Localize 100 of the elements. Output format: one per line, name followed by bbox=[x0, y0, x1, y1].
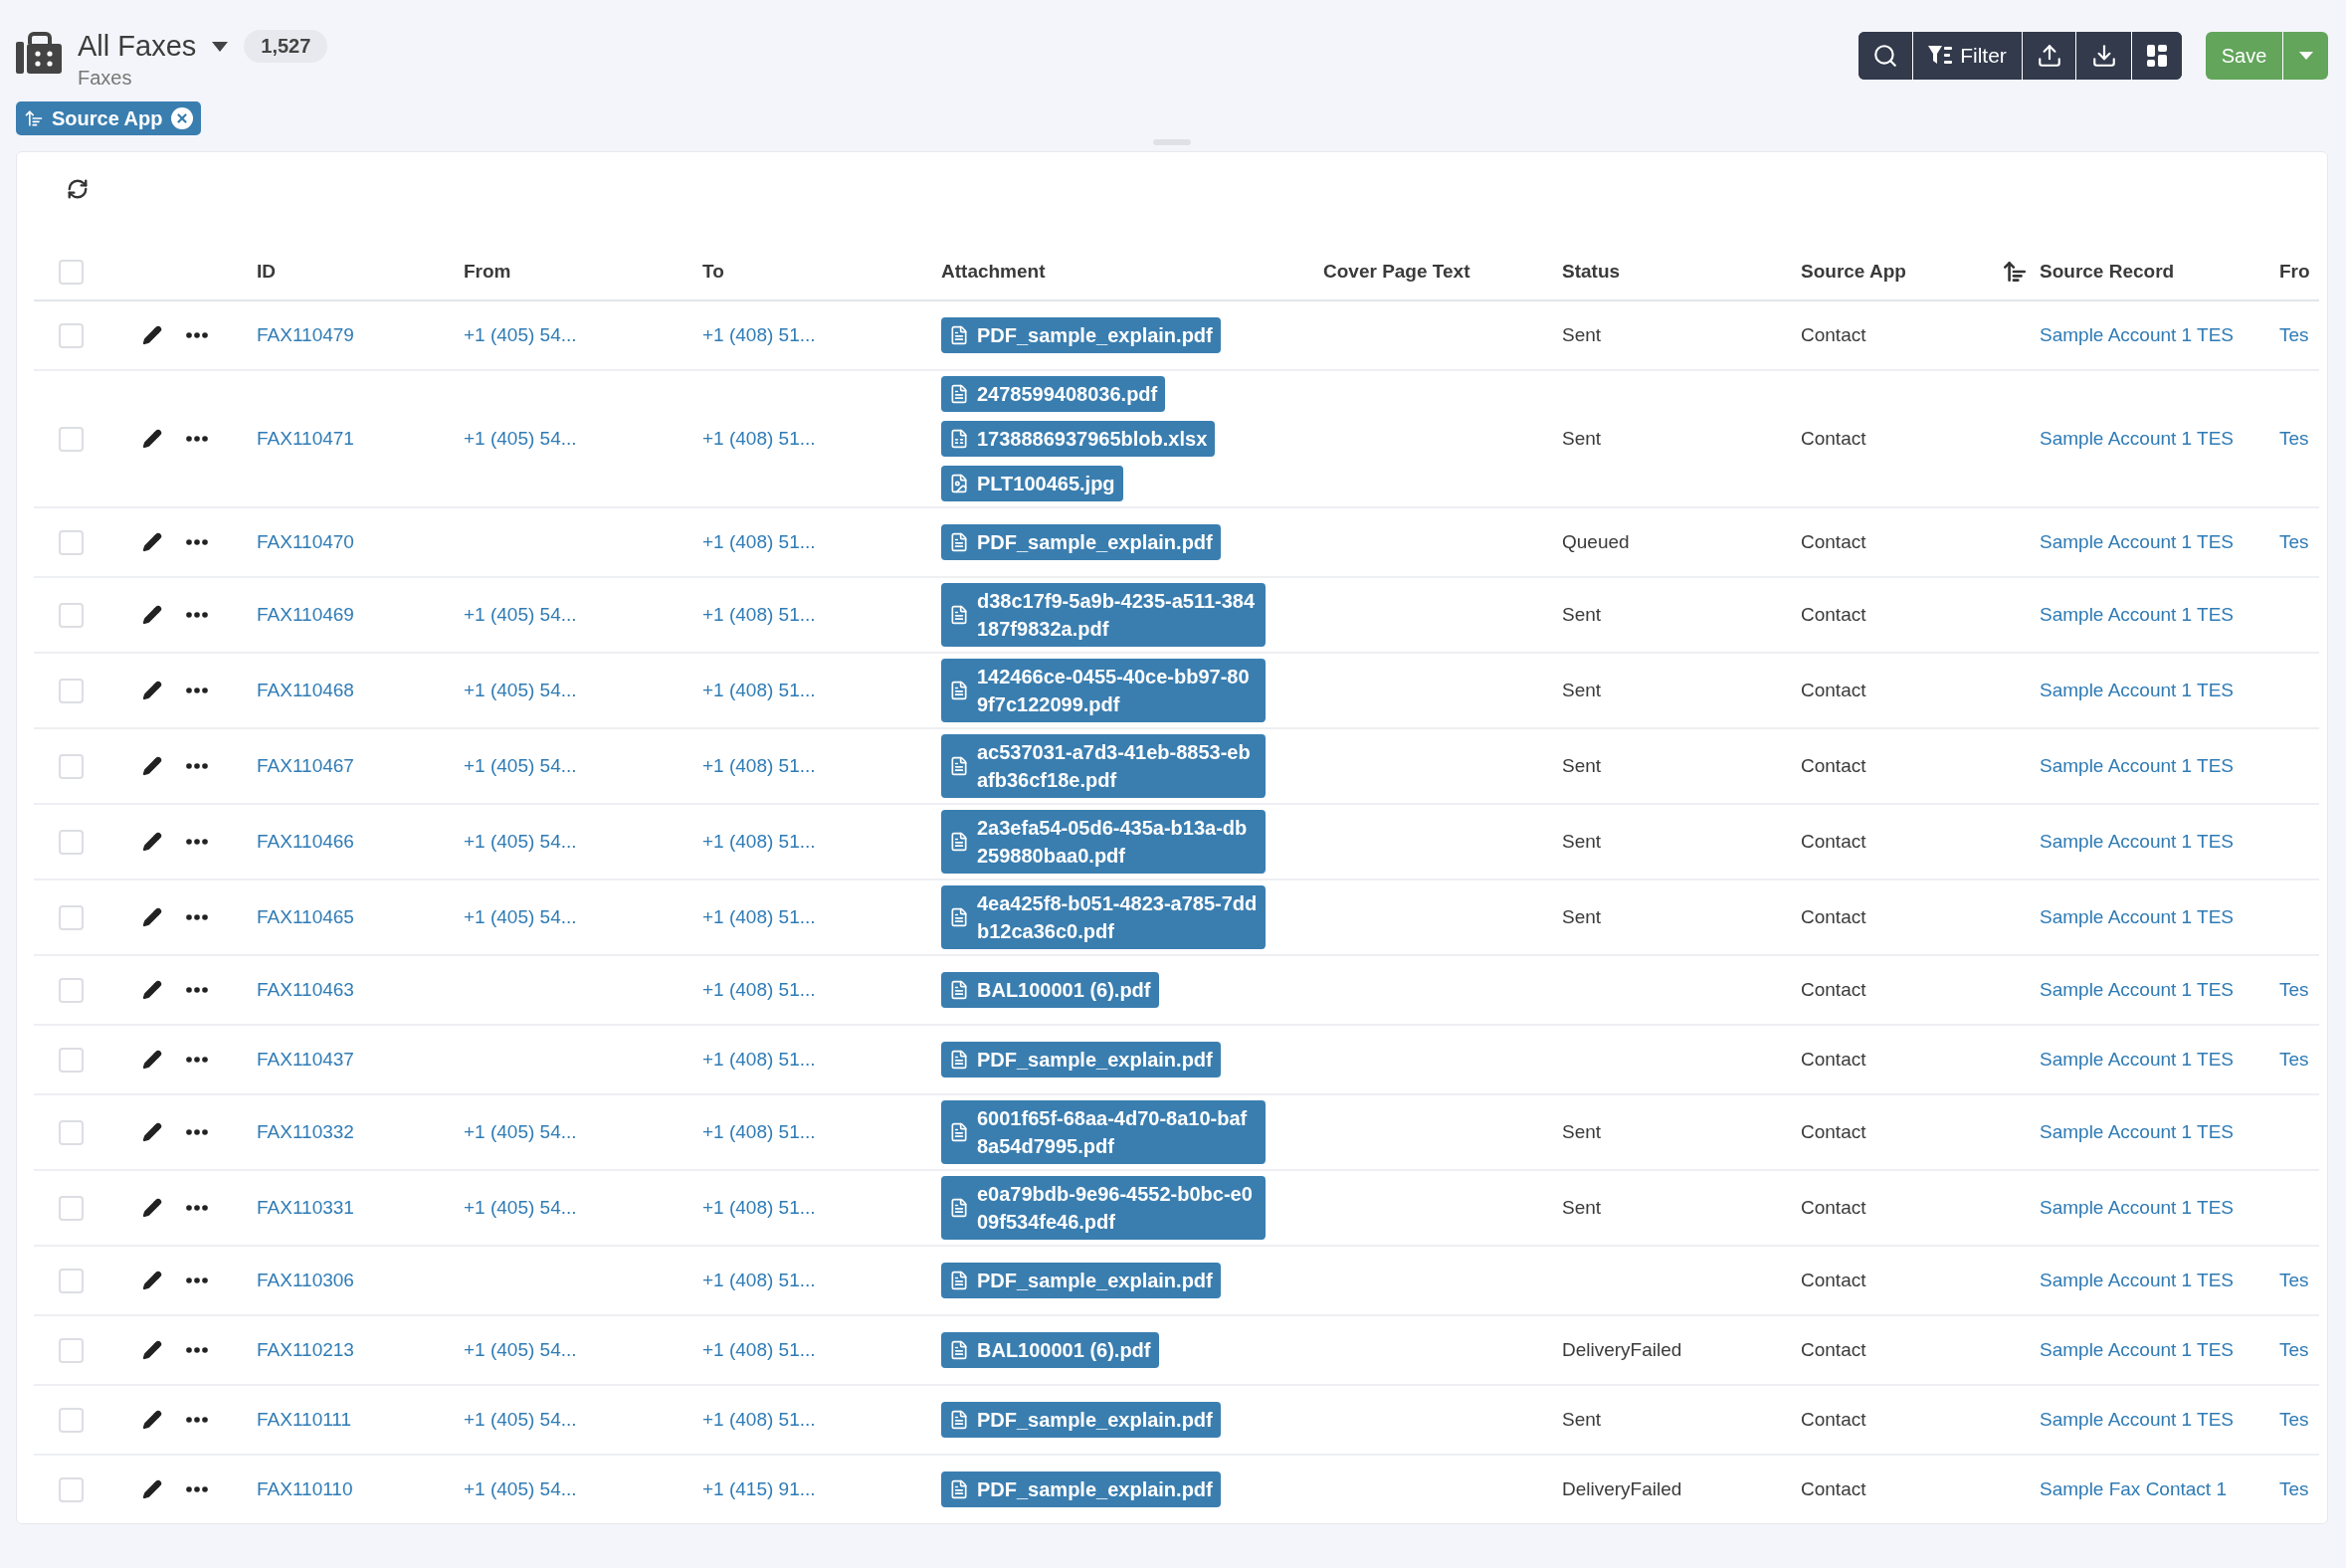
edit-button[interactable] bbox=[142, 907, 162, 927]
fax-id-link[interactable]: FAX110479 bbox=[257, 324, 354, 345]
from-number-link[interactable]: +1 (405) 54... bbox=[464, 755, 577, 776]
table-link[interactable]: Tes bbox=[2279, 979, 2309, 1000]
column-header[interactable]: Status bbox=[1562, 261, 1789, 283]
source-record-link[interactable]: Sample Account 1 TES bbox=[2040, 1409, 2235, 1430]
fax-id-link[interactable]: FAX110467 bbox=[257, 755, 354, 776]
row-checkbox[interactable] bbox=[59, 1476, 84, 1502]
more-button[interactable] bbox=[186, 987, 208, 993]
to-number-link[interactable]: +1 (408) 51... bbox=[702, 1409, 816, 1430]
source-record-link[interactable]: Sample Account 1 TES bbox=[2040, 755, 2235, 776]
to-number-link[interactable]: +1 (408) 51... bbox=[702, 1270, 816, 1290]
attachment-chip[interactable]: PDF_sample_explain.pdf bbox=[941, 1471, 1221, 1507]
more-button[interactable] bbox=[186, 1277, 208, 1283]
row-checkbox[interactable] bbox=[59, 904, 84, 930]
row-checkbox[interactable] bbox=[59, 977, 84, 1003]
row-checkbox[interactable] bbox=[59, 829, 84, 855]
row-checkbox[interactable] bbox=[59, 1268, 84, 1293]
more-button[interactable] bbox=[186, 332, 208, 338]
source-record-link[interactable]: Sample Account 1 TES bbox=[2040, 979, 2235, 1000]
attachment-chip[interactable]: PDF_sample_explain.pdf bbox=[941, 317, 1221, 353]
edit-button[interactable] bbox=[142, 1122, 162, 1142]
to-number-link[interactable]: +1 (408) 51... bbox=[702, 1121, 816, 1142]
edit-button[interactable] bbox=[142, 1410, 162, 1430]
edit-button[interactable] bbox=[142, 1198, 162, 1218]
attachment-chip[interactable]: BAL100001 (6).pdf bbox=[941, 972, 1159, 1008]
from-number-link[interactable]: +1 (405) 54... bbox=[464, 1339, 577, 1360]
row-checkbox[interactable] bbox=[59, 322, 84, 348]
to-number-link[interactable]: +1 (408) 51... bbox=[702, 1339, 816, 1360]
edit-button[interactable] bbox=[142, 832, 162, 852]
to-number-link[interactable]: +1 (408) 51... bbox=[702, 755, 816, 776]
table-link[interactable]: Tes bbox=[2279, 324, 2309, 345]
fax-id-link[interactable]: FAX110468 bbox=[257, 680, 354, 700]
attachment-chip[interactable]: ac537031-a7d3-41eb-8853-ebafb36cf18e.pdf bbox=[941, 734, 1266, 798]
more-button[interactable] bbox=[186, 1057, 208, 1063]
more-button[interactable] bbox=[186, 763, 208, 769]
column-header[interactable]: Source Record bbox=[2040, 261, 2267, 283]
fax-id-link[interactable]: FAX110471 bbox=[257, 428, 354, 449]
table-link[interactable]: Tes bbox=[2279, 1478, 2309, 1499]
to-number-link[interactable]: +1 (408) 51... bbox=[702, 680, 816, 700]
more-button[interactable] bbox=[186, 436, 208, 442]
from-number-link[interactable]: +1 (405) 54... bbox=[464, 680, 577, 700]
row-checkbox[interactable] bbox=[59, 678, 84, 703]
source-record-link[interactable]: Sample Account 1 TES bbox=[2040, 1049, 2235, 1070]
more-button[interactable] bbox=[186, 1205, 208, 1211]
column-header[interactable]: To bbox=[702, 261, 929, 283]
from-number-link[interactable]: +1 (405) 54... bbox=[464, 1409, 577, 1430]
attachment-chip[interactable]: 6001f65f-68aa-4d70-8a10-baf8a54d7995.pdf bbox=[941, 1100, 1266, 1164]
attachment-chip[interactable]: PDF_sample_explain.pdf bbox=[941, 1263, 1221, 1298]
row-checkbox[interactable] bbox=[59, 529, 84, 555]
to-number-link[interactable]: +1 (408) 51... bbox=[702, 324, 816, 345]
sort-icon[interactable] bbox=[2002, 259, 2028, 285]
from-number-link[interactable]: +1 (405) 54... bbox=[464, 324, 577, 345]
more-button[interactable] bbox=[186, 1129, 208, 1135]
refresh-button[interactable] bbox=[67, 178, 89, 200]
row-checkbox[interactable] bbox=[59, 1337, 84, 1363]
source-record-link[interactable]: Sample Account 1 TES bbox=[2040, 428, 2235, 449]
row-checkbox[interactable] bbox=[59, 1195, 84, 1221]
source-record-link[interactable]: Sample Account 1 TES bbox=[2040, 1197, 2235, 1218]
from-number-link[interactable]: +1 (405) 54... bbox=[464, 1478, 577, 1499]
save-button[interactable]: Save bbox=[2206, 32, 2282, 80]
fax-id-link[interactable]: FAX110111 bbox=[257, 1409, 352, 1430]
to-number-link[interactable]: +1 (408) 51... bbox=[702, 979, 816, 1000]
more-button[interactable] bbox=[186, 839, 208, 845]
row-checkbox[interactable] bbox=[59, 1047, 84, 1073]
to-number-link[interactable]: +1 (408) 51... bbox=[702, 1197, 816, 1218]
fax-id-link[interactable]: FAX110463 bbox=[257, 979, 354, 1000]
fax-id-link[interactable]: FAX110470 bbox=[257, 531, 354, 552]
column-header[interactable]: Attachment bbox=[941, 261, 1311, 283]
fax-id-link[interactable]: FAX110469 bbox=[257, 604, 354, 625]
column-header[interactable]: Fro bbox=[2279, 261, 2307, 283]
attachment-chip[interactable]: PDF_sample_explain.pdf bbox=[941, 1042, 1221, 1078]
source-record-link[interactable]: Sample Account 1 TES bbox=[2040, 831, 2235, 852]
edit-button[interactable] bbox=[142, 756, 162, 776]
select-all-checkbox[interactable] bbox=[59, 259, 84, 285]
row-checkbox[interactable] bbox=[59, 753, 84, 779]
fax-id-link[interactable]: FAX110331 bbox=[257, 1197, 354, 1218]
to-number-link[interactable]: +1 (415) 91... bbox=[702, 1478, 816, 1499]
to-number-link[interactable]: +1 (408) 51... bbox=[702, 906, 816, 927]
to-number-link[interactable]: +1 (408) 51... bbox=[702, 831, 816, 852]
column-header[interactable]: ID bbox=[257, 261, 452, 283]
edit-button[interactable] bbox=[142, 1050, 162, 1070]
fax-id-link[interactable]: FAX110465 bbox=[257, 906, 354, 927]
attachment-chip[interactable]: 1738886937965blob.xlsx bbox=[941, 421, 1216, 457]
more-button[interactable] bbox=[186, 914, 208, 920]
edit-button[interactable] bbox=[142, 1271, 162, 1290]
table-link[interactable]: Tes bbox=[2279, 1270, 2309, 1290]
fax-id-link[interactable]: FAX110110 bbox=[257, 1478, 353, 1499]
fax-id-link[interactable]: FAX110306 bbox=[257, 1270, 354, 1290]
fax-id-link[interactable]: FAX110213 bbox=[257, 1339, 354, 1360]
more-button[interactable] bbox=[186, 687, 208, 693]
to-number-link[interactable]: +1 (408) 51... bbox=[702, 531, 816, 552]
attachment-chip[interactable]: BAL100001 (6).pdf bbox=[941, 1332, 1159, 1368]
fax-id-link[interactable]: FAX110332 bbox=[257, 1121, 354, 1142]
source-record-link[interactable]: Sample Account 1 TES bbox=[2040, 531, 2235, 552]
table-link[interactable]: Tes bbox=[2279, 1409, 2309, 1430]
source-record-link[interactable]: Sample Account 1 TES bbox=[2040, 680, 2235, 700]
row-checkbox[interactable] bbox=[59, 1119, 84, 1145]
column-header[interactable]: Cover Page Text bbox=[1323, 261, 1550, 283]
source-record-link[interactable]: Sample Account 1 TES bbox=[2040, 906, 2235, 927]
